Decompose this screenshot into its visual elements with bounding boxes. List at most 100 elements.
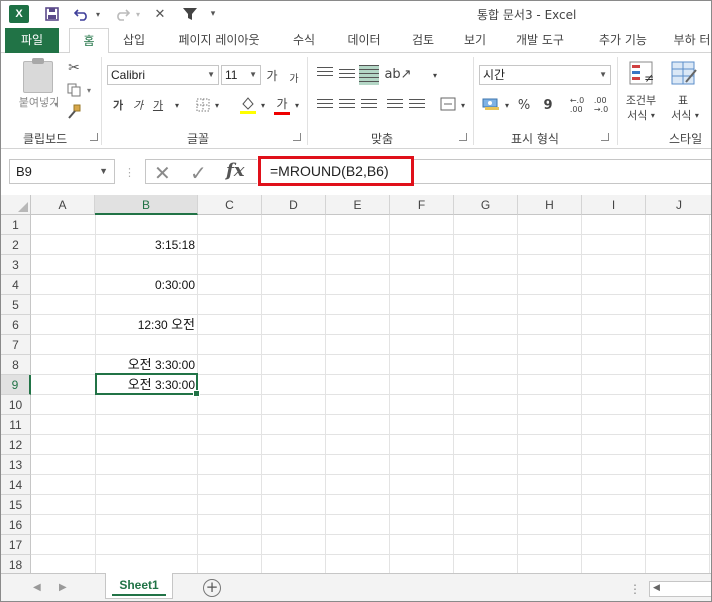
- align-right-icon[interactable]: [361, 99, 377, 111]
- decrease-indent-icon[interactable]: [387, 99, 403, 111]
- merge-dropdown-icon[interactable]: ▾: [459, 99, 467, 111]
- copy-dropdown-icon[interactable]: ▾: [85, 85, 93, 95]
- close-x-icon[interactable]: ✕: [153, 5, 167, 23]
- merge-center-icon[interactable]: [439, 95, 457, 113]
- column-header-c[interactable]: C: [198, 195, 262, 215]
- font-launcher-icon[interactable]: [293, 133, 301, 141]
- formula-input[interactable]: =MROUND(B2,B6): [258, 156, 414, 186]
- align-middle-icon[interactable]: [339, 69, 355, 81]
- column-header-e[interactable]: E: [326, 195, 390, 215]
- insert-function-icon[interactable]: fx: [226, 160, 244, 181]
- accounting-format-icon[interactable]: [481, 95, 501, 113]
- row-header-10[interactable]: 10: [1, 395, 31, 415]
- undo-dropdown-icon[interactable]: ▾: [93, 5, 103, 23]
- row-header-16[interactable]: 16: [1, 515, 31, 535]
- tab-file[interactable]: 파일: [5, 28, 59, 53]
- column-header-g[interactable]: G: [454, 195, 518, 215]
- row-header-17[interactable]: 17: [1, 535, 31, 555]
- align-left-icon[interactable]: [317, 99, 333, 111]
- row-header-4[interactable]: 4: [1, 275, 31, 295]
- redo-dropdown-icon[interactable]: ▾: [133, 5, 143, 23]
- increase-decimal-icon[interactable]: ←.0.00: [567, 95, 587, 115]
- clipboard-launcher-icon[interactable]: [90, 133, 98, 141]
- filter-icon[interactable]: [181, 5, 199, 23]
- cell-b6[interactable]: 12:30 오전: [96, 315, 197, 335]
- orientation-dropdown-icon[interactable]: ▾: [431, 69, 439, 81]
- row-header-14[interactable]: 14: [1, 475, 31, 495]
- cut-icon[interactable]: ✂: [65, 59, 83, 77]
- sheet-scroll-right-icon[interactable]: ▶: [59, 582, 67, 593]
- align-center-icon[interactable]: [339, 99, 355, 111]
- tab-developer[interactable]: 개발 도구: [507, 28, 573, 53]
- paste-dropdown-icon[interactable]: ▾: [51, 99, 61, 109]
- customize-qat-icon[interactable]: ▾: [207, 5, 219, 23]
- enter-icon[interactable]: ✓: [190, 161, 207, 185]
- name-box[interactable]: B9 ▼: [9, 159, 115, 184]
- row-header-18[interactable]: 18: [1, 555, 31, 573]
- tab-review[interactable]: 검토: [401, 28, 445, 53]
- row-header-2[interactable]: 2: [1, 235, 31, 255]
- tab-splitter-icon[interactable]: ⋮: [629, 582, 641, 596]
- tab-formulas[interactable]: 수식: [283, 28, 325, 53]
- active-cell-selection[interactable]: [95, 373, 200, 397]
- column-header-a[interactable]: A: [31, 195, 95, 215]
- tab-data[interactable]: 데이터: [337, 28, 391, 53]
- shrink-font-button[interactable]: 가: [287, 69, 301, 85]
- row-header-7[interactable]: 7: [1, 335, 31, 355]
- row-header-8[interactable]: 8: [1, 355, 31, 375]
- cell-b2[interactable]: 3:15:18: [96, 235, 197, 255]
- cell-b8[interactable]: 오전 3:30:00: [96, 355, 197, 375]
- formula-input-extension[interactable]: [414, 159, 711, 184]
- increase-indent-icon[interactable]: [409, 99, 425, 111]
- redo-icon[interactable]: [113, 5, 131, 23]
- tab-page-layout[interactable]: 페이지 레이아웃: [169, 28, 269, 53]
- row-header-15[interactable]: 15: [1, 495, 31, 515]
- italic-button[interactable]: 가: [131, 97, 145, 113]
- add-sheet-icon[interactable]: +: [203, 579, 221, 597]
- conditional-format-button[interactable]: 조건부: [615, 93, 667, 107]
- tab-more[interactable]: 부하 터: [671, 28, 711, 53]
- format-table-sub[interactable]: 서식 ▾: [665, 108, 705, 122]
- column-header-h[interactable]: H: [518, 195, 582, 215]
- column-header-d[interactable]: D: [262, 195, 326, 215]
- font-name-select[interactable]: Calibri ▼: [107, 65, 219, 85]
- font-size-select[interactable]: 11 ▼: [221, 65, 261, 85]
- font-color-dropdown-icon[interactable]: ▾: [293, 99, 301, 111]
- row-header-6[interactable]: 6: [1, 315, 31, 335]
- cell-b4[interactable]: 0:30:00: [96, 275, 197, 295]
- formula-bar-grip-icon[interactable]: ⋮: [124, 162, 135, 182]
- tab-view[interactable]: 보기: [453, 28, 497, 53]
- alignment-launcher-icon[interactable]: [459, 133, 467, 141]
- cancel-icon[interactable]: ✕: [154, 161, 171, 185]
- column-header-i[interactable]: I: [582, 195, 646, 215]
- conditional-format-sub[interactable]: 서식 ▾: [615, 108, 667, 122]
- border-icon[interactable]: [195, 97, 211, 113]
- orientation-icon[interactable]: ab↗: [384, 65, 411, 83]
- sheet-scroll-left-icon[interactable]: ◀: [33, 582, 41, 593]
- underline-button[interactable]: 가: [151, 97, 165, 113]
- accounting-dropdown-icon[interactable]: ▾: [503, 99, 511, 111]
- number-format-select[interactable]: 시간 ▼: [479, 65, 611, 85]
- row-header-1[interactable]: 1: [1, 215, 31, 235]
- horizontal-scrollbar[interactable]: ◀: [649, 581, 711, 597]
- grow-font-button[interactable]: 가: [265, 67, 279, 83]
- tab-addins[interactable]: 추가 기능: [589, 28, 657, 53]
- underline-dropdown-icon[interactable]: ▾: [173, 99, 181, 111]
- save-icon[interactable]: [43, 5, 61, 23]
- percent-style-button[interactable]: %: [517, 97, 531, 113]
- select-all-button[interactable]: [1, 195, 31, 215]
- column-header-f[interactable]: F: [390, 195, 454, 215]
- format-table-button[interactable]: 표: [673, 93, 693, 107]
- copy-icon[interactable]: [65, 81, 83, 99]
- tab-home[interactable]: 홈: [69, 28, 109, 54]
- worksheet-grid[interactable]: A B C D E F G H I J 1 2 3 4 5 6 7 8 9 10…: [1, 195, 711, 573]
- fill-color-dropdown-icon[interactable]: ▾: [259, 99, 267, 111]
- number-launcher-icon[interactable]: [601, 133, 609, 141]
- tab-insert[interactable]: 삽입: [113, 28, 155, 53]
- row-header-13[interactable]: 13: [1, 455, 31, 475]
- row-header-11[interactable]: 11: [1, 415, 31, 435]
- column-header-j[interactable]: J: [646, 195, 711, 215]
- bold-button[interactable]: 가: [111, 97, 125, 113]
- paste-icon[interactable]: [23, 58, 53, 93]
- decrease-decimal-icon[interactable]: .00 →.0: [591, 95, 611, 115]
